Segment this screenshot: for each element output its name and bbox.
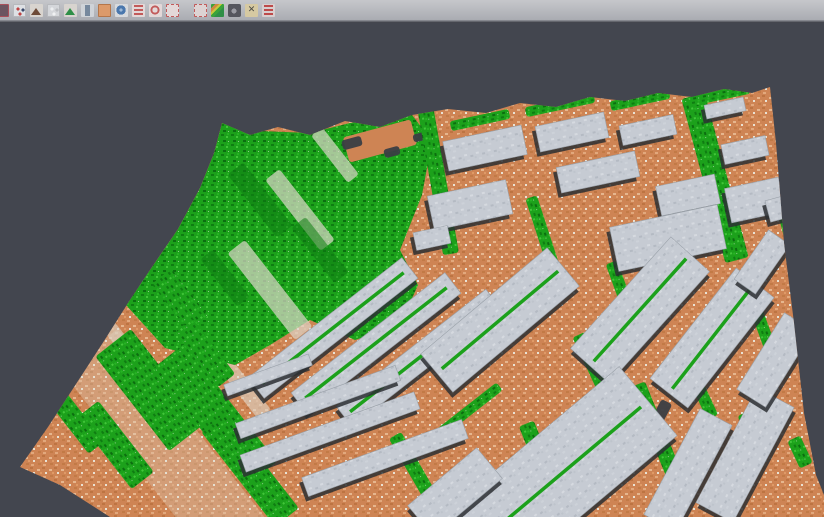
sparse-points-icon[interactable] — [46, 3, 61, 18]
red-bar-icon[interactable] — [261, 3, 276, 18]
point-cloud-scene — [0, 23, 824, 517]
classified-cloud-icon[interactable] — [210, 3, 225, 18]
rect-select-icon[interactable] — [165, 3, 180, 18]
dsm-terrain-icon[interactable] — [63, 3, 78, 18]
area-select-icon[interactable] — [97, 3, 112, 18]
clip-box-edge-icon[interactable] — [0, 3, 10, 18]
red-layers-icon[interactable] — [131, 3, 146, 18]
clip-dashed-box-icon[interactable] — [193, 3, 208, 18]
dem-terrain-icon[interactable] — [29, 3, 44, 18]
circle-select-icon[interactable] — [148, 3, 163, 18]
globe-3d-icon[interactable] — [114, 3, 129, 18]
snapshot-camera-icon[interactable] — [227, 3, 242, 18]
delete-marks-icon[interactable]: ✕ — [244, 3, 259, 18]
viewport-3d[interactable] — [0, 23, 824, 517]
profile-view-icon[interactable] — [80, 3, 95, 18]
classify-points-icon[interactable] — [12, 3, 27, 18]
toolbar: ✕ — [0, 0, 824, 20]
